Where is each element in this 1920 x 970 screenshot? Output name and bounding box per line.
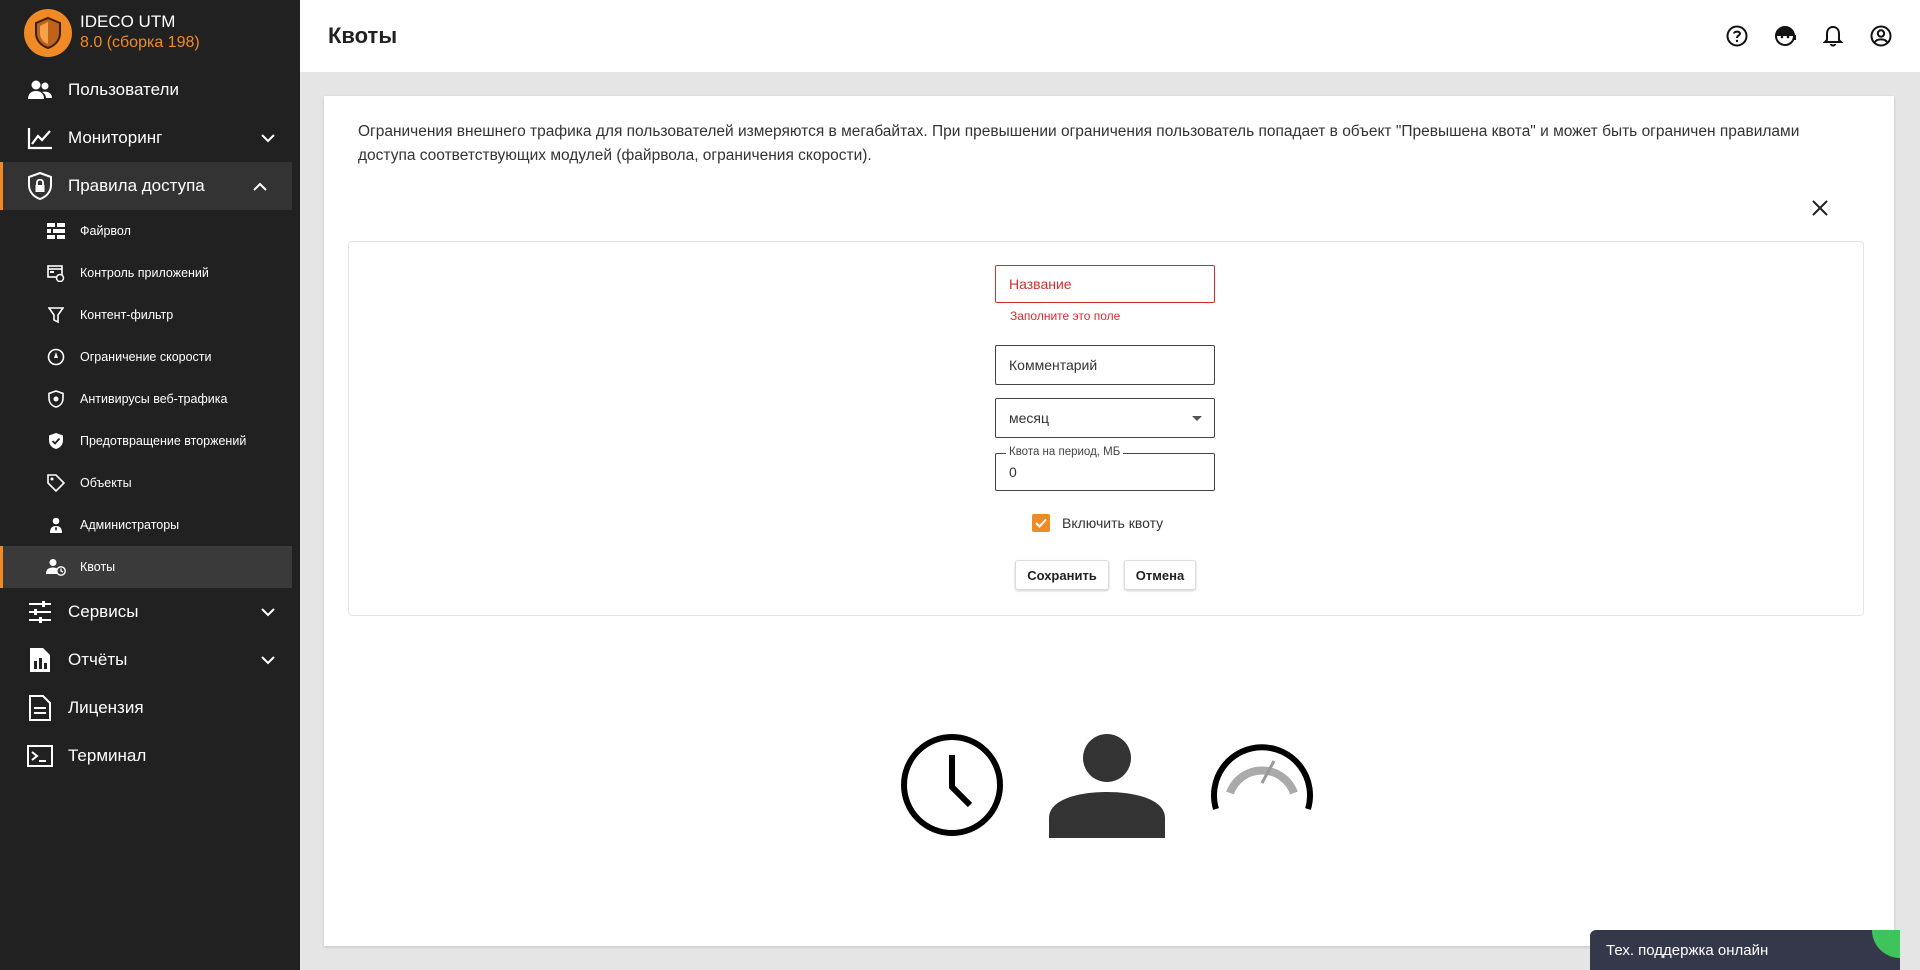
terminal-icon — [26, 742, 54, 770]
sidebar-subitem-antivirus[interactable]: Антивирусы веб-трафика — [0, 378, 300, 420]
chevron-up-icon — [250, 176, 270, 196]
close-icon[interactable] — [1806, 194, 1834, 222]
sidebar-item-label: Пользователи — [68, 80, 179, 99]
sidebar-subitem-label: Контроль приложений — [80, 266, 209, 280]
sidebar-subitem-ips[interactable]: Предотвращение вторжений — [0, 420, 300, 462]
chevron-down-icon — [258, 128, 278, 148]
sidebar: IDECO UTM 8.0 (сборка 198) Пользователи … — [0, 0, 300, 970]
sidebar-item-label: Мониторинг — [68, 128, 163, 147]
speedometer-illustration-icon — [1211, 744, 1313, 810]
filter-icon — [46, 305, 66, 325]
clock-illustration-icon — [901, 734, 1003, 836]
sidebar-subitem-label: Файрвол — [80, 224, 131, 238]
sidebar-item-reports[interactable]: Отчёты — [0, 636, 300, 684]
brand[interactable]: IDECO UTM 8.0 (сборка 198) — [0, 0, 300, 66]
quota-input[interactable]: 0 — [995, 453, 1215, 491]
sidebar-subitem-label: Администраторы — [80, 518, 180, 532]
user-clock-icon — [46, 557, 66, 577]
comment-input[interactable]: Комментарий — [995, 345, 1215, 385]
ideco-logo-icon — [24, 9, 72, 57]
checkmark-icon — [1035, 518, 1047, 528]
sidebar-item-users[interactable]: Пользователи — [0, 66, 300, 114]
sidebar-subitem-label: Объекты — [80, 476, 132, 490]
sidebar-subitem-admins[interactable]: Администраторы — [0, 504, 300, 546]
sidebar-subitem-label: Квоты — [80, 560, 116, 574]
online-status-indicator — [1872, 930, 1900, 958]
support-face-icon[interactable] — [1772, 23, 1798, 49]
sidebar-subitem-objects[interactable]: Объекты — [0, 462, 300, 504]
sliders-icon — [26, 598, 54, 626]
help-icon[interactable] — [1724, 23, 1750, 49]
sidebar-item-services[interactable]: Сервисы — [0, 588, 300, 636]
support-chat-label: Тех. поддержка онлайн — [1606, 941, 1769, 959]
period-select[interactable]: месяц — [995, 398, 1215, 438]
sidebar-subitem-label: Предотвращение вторжений — [80, 434, 247, 448]
sidebar-item-license[interactable]: Лицензия — [0, 684, 300, 732]
cancel-button[interactable]: Отмена — [1124, 560, 1196, 590]
sidebar-subitem-app-control[interactable]: Контроль приложений — [0, 252, 300, 294]
admin-icon — [46, 515, 66, 535]
shield-lock-icon — [26, 172, 54, 200]
report-icon — [26, 646, 54, 674]
chevron-down-icon — [258, 602, 278, 622]
sidebar-subitem-label: Антивирусы веб-трафика — [80, 392, 228, 406]
support-chat-button[interactable]: Тех. поддержка онлайн — [1590, 930, 1900, 970]
name-input-placeholder: Название — [1009, 276, 1072, 292]
sidebar-item-monitoring[interactable]: Мониторинг — [0, 114, 300, 162]
sidebar-item-label: Сервисы — [68, 602, 139, 621]
sidebar-item-access-rules[interactable]: Правила доступа — [0, 162, 292, 210]
sidebar-item-label: Отчёты — [68, 650, 128, 669]
sidebar-subitem-content-filter[interactable]: Контент-фильтр — [0, 294, 300, 336]
document-icon — [26, 694, 54, 722]
tag-icon — [46, 473, 66, 493]
dropdown-arrow-icon — [1192, 416, 1202, 421]
users-icon — [26, 76, 54, 104]
antivirus-shield-icon — [46, 389, 66, 409]
name-error-text: Заполните это поле — [1010, 309, 1121, 323]
sidebar-item-label: Лицензия — [68, 698, 144, 717]
comment-input-placeholder: Комментарий — [1009, 357, 1098, 373]
brick-wall-icon — [46, 221, 66, 241]
quota-input-value: 0 — [1009, 464, 1017, 480]
top-header: Квоты — [300, 0, 1920, 72]
sidebar-subitem-label: Контент-фильтр — [80, 308, 174, 322]
enable-quota-checkbox[interactable] — [1032, 514, 1050, 532]
user-illustration-icon — [1049, 734, 1165, 838]
sidebar-subitem-label: Ограничение скорости — [80, 350, 212, 364]
bell-icon[interactable] — [1820, 23, 1846, 49]
sidebar-subitem-quotas[interactable]: Квоты — [0, 546, 292, 588]
sidebar-subitem-speed-limit[interactable]: Ограничение скорости — [0, 336, 300, 378]
period-select-value: месяц — [1009, 410, 1050, 426]
sidebar-subitem-firewall[interactable]: Файрвол — [0, 210, 300, 252]
app-control-icon — [46, 263, 66, 283]
quota-input-label: Квота на период, МБ — [1006, 446, 1124, 458]
sidebar-item-label: Правила доступа — [68, 176, 205, 195]
sidebar-item-label: Терминал — [68, 746, 147, 765]
name-input[interactable]: Название — [995, 265, 1215, 303]
chart-line-icon — [26, 124, 54, 152]
account-icon[interactable] — [1868, 23, 1894, 49]
shield-check-icon — [46, 431, 66, 451]
brand-version: 8.0 (сборка 198) — [80, 34, 200, 51]
speed-limit-icon — [46, 347, 66, 367]
sidebar-item-terminal[interactable]: Терминал — [0, 732, 300, 780]
quota-description: Ограничения внешнего трафика для пользов… — [358, 123, 1800, 164]
page-title: Квоты — [328, 23, 398, 48]
chevron-down-icon — [258, 650, 278, 670]
save-button[interactable]: Сохранить — [1015, 560, 1109, 590]
main-card: Ограничения внешнего трафика для пользов… — [324, 96, 1894, 946]
enable-quota-label: Включить квоту — [1062, 515, 1164, 531]
brand-title: IDECO UTM — [80, 12, 176, 31]
